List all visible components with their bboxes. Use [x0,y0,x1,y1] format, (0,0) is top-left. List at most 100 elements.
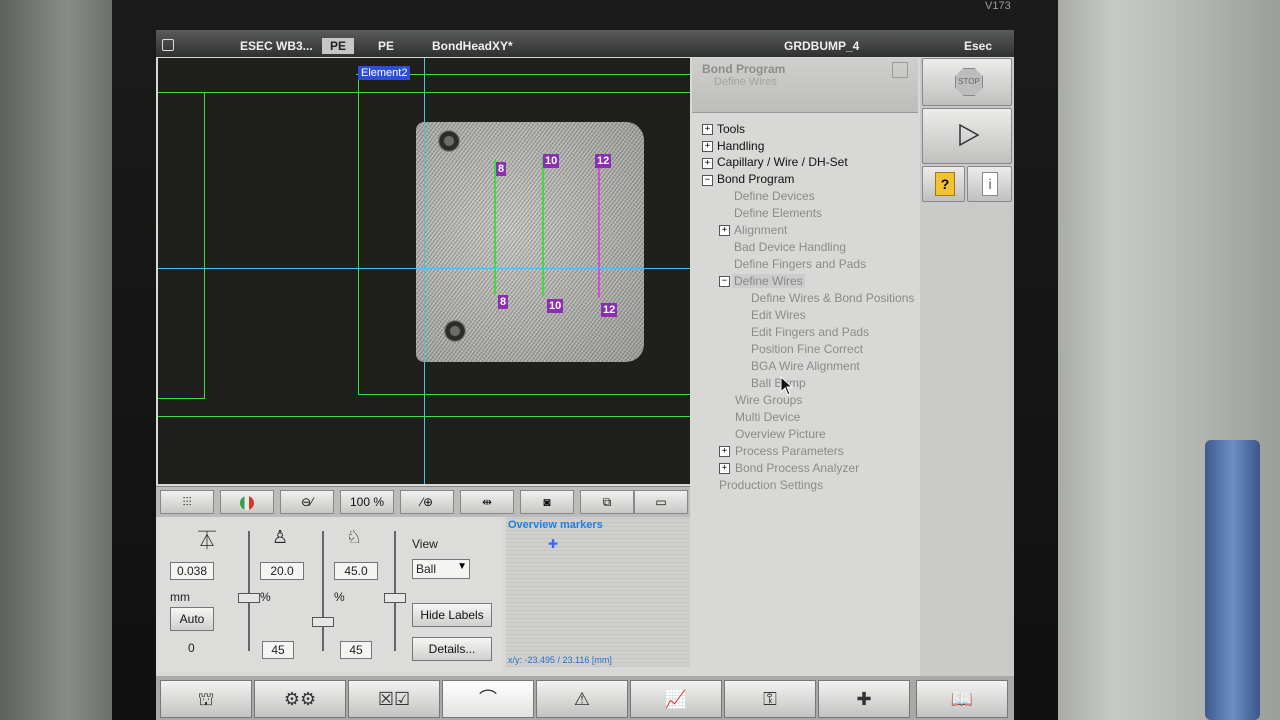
expander-icon[interactable]: − [719,276,730,287]
windows-button[interactable]: ⧉ [580,490,634,514]
chart-icon: 📈 [664,689,688,709]
wire-mark-top[interactable]: 8 [496,162,507,176]
light2-field[interactable]: 45.0 [334,562,378,580]
info-button[interactable]: i [967,166,1012,202]
tree-item-alignment[interactable]: Alignment [734,223,787,237]
focus-slider-handle[interactable] [238,593,260,603]
tree-item-define-devices[interactable]: Define Devices [734,189,815,203]
wire-mark-bottom[interactable]: 10 [547,299,564,313]
expander-icon[interactable]: + [702,141,713,152]
tree-item-multi-device[interactable]: Multi Device [735,410,800,424]
guide-line [158,92,204,93]
expander-icon[interactable]: − [702,175,713,186]
wire-mark-bottom[interactable]: 8 [498,295,509,309]
tree-item-tools[interactable]: Tools [717,122,745,136]
zoom-out-button[interactable]: ⊖⁄ [280,490,334,514]
tree-item-handling[interactable]: Handling [717,139,764,153]
color-icon [240,495,254,510]
tree-item-edit-fingers-pads[interactable]: Edit Fingers and Pads [751,325,869,339]
statistics-button[interactable]: 📈 [630,680,722,718]
fit-button[interactable]: ⇹ [460,490,514,514]
stop-button[interactable]: STOP [922,58,1012,106]
tree-item-define-fingers-pads[interactable]: Define Fingers and Pads [734,257,866,271]
auto-button[interactable]: Auto [170,607,214,631]
tree-item-capillary[interactable]: Capillary / Wire / DH-Set [717,155,848,169]
wire-mark-top[interactable]: 10 [543,154,560,168]
tree-item-define-wires-bond-positions[interactable]: Define Wires & Bond Positions [751,291,914,305]
focus-field[interactable]: 0.038 [170,562,214,580]
wire-line [542,158,544,296]
mode-pe[interactable]: PE [378,39,394,53]
tree-item-define-wires[interactable]: Define Wires [732,274,805,288]
view-select[interactable]: Ball ▼ [412,559,470,579]
tree-item-edit-wires[interactable]: Edit Wires [751,308,806,322]
tree-item-define-elements[interactable]: Define Elements [734,206,822,220]
light1-slider-handle[interactable] [312,617,334,627]
light2-slider-handle[interactable] [384,593,406,603]
help-button[interactable]: ? [922,166,965,202]
zoom-in-button[interactable]: ⁄⊕ [400,490,454,514]
tree-header-subtitle: Define Wires [714,76,777,88]
hide-labels-button[interactable]: Hide Labels [412,603,492,627]
fiducial-mark [438,130,460,152]
tree-item-bond-program[interactable]: Bond Program [717,172,794,186]
play-icon [959,123,980,147]
tree-item-bond-process-analyzer[interactable]: Bond Process Analyzer [735,461,859,475]
guide-line [158,398,205,399]
adjust-button[interactable]: ⫶⫶⫶ [160,490,214,514]
tree-item-bga-wire-alignment[interactable]: BGA Wire Alignment [751,359,860,373]
vision-view[interactable]: 8 10 12 8 10 12 Element2 [158,58,690,484]
stop-icon: STOP [955,68,983,96]
windows-icon: ⧉ [602,495,612,509]
tree-item-bad-device-handling[interactable]: Bad Device Handling [734,240,846,254]
checkbox-button[interactable]: ☒☑ [348,680,440,718]
tree-item-overview-picture[interactable]: Overview Picture [735,427,826,441]
light1-unit: % [260,590,271,604]
right-button-column: STOP ? i [920,58,1014,706]
tree-item-position-fine-correct[interactable]: Position Fine Correct [751,342,863,356]
bezel-label: V173 [985,0,1011,12]
zoom-level-button[interactable]: 100 % [340,490,394,514]
background-wall-left [0,0,112,720]
light1-slider[interactable] [322,531,324,651]
window-icon[interactable] [892,62,908,78]
app-title: ESEC WB3... [240,39,313,53]
system-menu-icon[interactable] [162,39,174,51]
settings-button[interactable]: ⚙⚙ [254,680,346,718]
fit-icon: ⇹ [481,495,493,509]
color-button[interactable] [220,490,274,514]
overview-markers-panel[interactable]: Overview markers ✚ x/y: -23.495 / 23.116… [506,517,690,667]
expander-icon[interactable]: + [702,158,713,169]
light2-slider[interactable] [394,531,396,651]
wire-mark-top[interactable]: 12 [595,154,612,168]
zoom-out-icon: ⊖⁄ [300,495,314,509]
machine-button[interactable]: ⛫ [160,680,252,718]
overview-title: Overview markers [508,519,603,531]
expander-icon[interactable]: + [702,124,713,135]
service-button[interactable]: ✚ [818,680,910,718]
details-button[interactable]: Details... [412,637,492,661]
ruler-button[interactable]: ▭ [634,490,688,514]
light1-field[interactable]: 20.0 [260,562,304,580]
camera-button[interactable]: ◙ [520,490,574,514]
manual-button[interactable]: 📖 [916,680,1008,718]
focus-icon: ⏄ [198,531,216,551]
expander-icon[interactable]: + [719,225,730,236]
tree-item-process-parameters[interactable]: Process Parameters [735,444,844,458]
expander-icon[interactable]: + [719,446,730,457]
view-select-value: Ball [416,562,437,576]
focus-slider[interactable] [248,531,250,651]
start-button[interactable] [922,108,1012,164]
tree-item-production-settings[interactable]: Production Settings [719,478,823,492]
wire-mark-bottom[interactable]: 12 [601,303,618,317]
tree-item-ball-bump[interactable]: Ball Bump [751,376,806,390]
warning-button[interactable]: ⚠ [536,680,628,718]
book-info-icon: 📖 [950,689,974,709]
navigation-tree: Bond Program Define Wires + Tools + Hand… [692,58,918,706]
bond-program-button[interactable]: ⌒ [442,680,534,718]
overview-coords: x/y: -23.495 / 23.116 [mm] [508,655,612,665]
mode-pe-active[interactable]: PE [322,38,355,54]
expander-icon[interactable]: + [719,463,730,474]
key-button[interactable]: ⚿ [724,680,816,718]
axis-label: BondHeadXY* [432,39,513,53]
